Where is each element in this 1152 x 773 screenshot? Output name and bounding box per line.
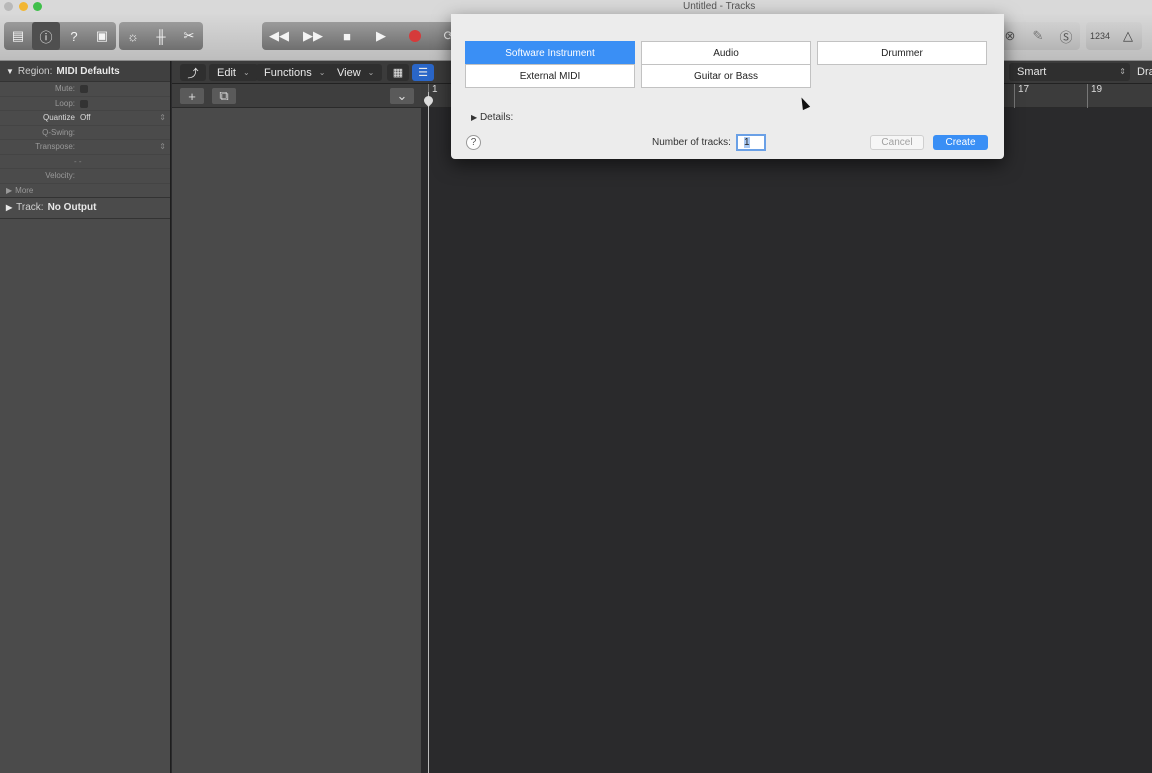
transport-group: ◀◀ ▶▶ ■ ▶ ⟳ [262,22,466,50]
smart-controls-icon[interactable]: ☼ [119,22,147,50]
edit-menu[interactable]: Edit ⌄ [209,64,258,81]
velocity-label: Velocity: [45,171,75,180]
software-instrument-option[interactable]: Software Instrument [465,41,635,65]
solo-icon[interactable]: Ⓢ [1052,22,1080,50]
drummer-option[interactable]: Drummer [817,41,987,65]
placeholder-row: - - [0,155,170,169]
stepper-icon: ⇕ [159,142,166,151]
metronome-icon[interactable]: △ [1114,22,1142,50]
playhead-line[interactable] [428,92,429,773]
details-label: Details: [479,112,514,123]
help-icon[interactable]: ? [60,22,88,50]
record-icon[interactable] [398,22,432,50]
back-arrow-icon[interactable]: ⤴ [180,64,206,81]
track-value: No Output [47,202,97,213]
mixer-icon[interactable]: ╫ [147,22,175,50]
loop-checkbox[interactable] [80,99,88,108]
minimize-window-button[interactable] [19,2,28,11]
disclosure-right-icon: ▶ [6,185,13,195]
qswing-row: Q-Swing: [0,126,170,140]
region-header[interactable]: ▼ Region: MIDI Defaults [0,61,170,82]
view-menu[interactable]: View ⌄ [329,64,383,81]
external-midi-option[interactable]: External MIDI [465,64,635,88]
scissors-icon[interactable]: ✂ [175,22,203,50]
track-header[interactable]: ▶ Track: No Output [0,197,170,219]
edit-tools-group: ☼ ╫ ✂ [119,22,203,50]
track-key: Track: [16,202,44,213]
chevron-down-icon: ⌄ [318,68,326,77]
tracks-count-field[interactable]: 1 [736,134,766,151]
title-bar: Untitled - Tracks [0,0,1152,14]
help-button[interactable]: ? [466,135,481,150]
library-icon[interactable]: ▤ [4,22,32,50]
quantize-row[interactable]: Quantize Off ⇕ [0,111,170,126]
stop-icon[interactable]: ■ [330,22,364,50]
disclosure-right-icon: ▶ [6,203,13,212]
edit-menu-label: Edit [217,66,236,79]
functions-menu[interactable]: Functions ⌄ [256,64,334,81]
grid-view-icon[interactable]: ▦ [387,64,409,81]
ruler-tick: 17 [1014,84,1029,108]
stepper-icon: ⇕ [1119,67,1126,76]
placeholder-value: - - [74,156,82,166]
tool-select[interactable]: Smart ⇕ [1009,63,1130,81]
close-window-button[interactable] [4,2,13,11]
inspector-icon[interactable]: ⓘ [32,22,60,50]
inspector-panel: ▼ Region: MIDI Defaults Mute: Loop: Quan… [0,61,171,773]
count-in-button[interactable]: 1234 [1086,22,1114,50]
loop-label: Loop: [54,98,75,108]
new-track-dialog: Software Instrument Audio Drummer Extern… [451,14,1004,159]
view-toggle-group: ▤ ⓘ ? ▣ [4,22,116,50]
region-value: MIDI Defaults [56,65,120,77]
tracks-count-value: 1 [744,137,750,148]
track-header-bar: + ⧉ ⌄ [172,84,421,108]
count-in-group: 1234 △ [1086,22,1142,50]
view-menu-label: View [337,66,361,79]
pencil-icon[interactable]: ✎ [1024,22,1052,50]
audio-option[interactable]: Audio [641,41,811,65]
disclosure-right-icon: ▶ [471,113,478,122]
mute-row: Mute: [0,82,170,97]
duplicate-track-icon[interactable]: ⧉ [212,88,236,104]
quantize-label: Quantize [42,113,75,122]
transpose-label: Transpose: [35,142,75,151]
arrange-area[interactable] [421,108,1152,773]
ruler-tick: 19 [1087,84,1102,108]
create-button[interactable]: Create [933,135,988,150]
loop-row: Loop: [0,97,170,111]
more-label: More [15,185,34,195]
play-icon[interactable]: ▶ [364,22,398,50]
guitar-bass-option[interactable]: Guitar or Bass [641,64,811,88]
drag-mode-label[interactable]: Dra [1137,66,1152,78]
chevron-down-icon: ⌄ [367,68,375,77]
mute-checkbox[interactable] [80,85,88,93]
functions-menu-label: Functions [264,66,312,79]
tool-select-label: Smart [1017,66,1047,78]
track-headers-area: + ⧉ ⌄ [172,84,421,773]
disclosure-down-icon: ▼ [6,66,14,76]
forward-icon[interactable]: ▶▶ [296,22,330,50]
qswing-label: Q-Swing: [42,127,75,137]
toolbar-icon[interactable]: ▣ [88,22,116,50]
add-track-button[interactable]: + [180,88,204,104]
region-key: Region: [17,65,53,77]
window-title: Untitled - Tracks [683,1,756,12]
more-disclosure[interactable]: ▶ More [0,184,170,198]
tracks-count-label: Number of tracks: [652,137,731,148]
right-tools-group: ⊗ ✎ Ⓢ [996,22,1080,50]
cancel-button[interactable]: Cancel [870,135,924,150]
zoom-window-button[interactable] [33,2,42,11]
stepper-icon: ⇕ [159,113,166,122]
transpose-row[interactable]: Transpose: ⇕ [0,140,170,155]
mute-label: Mute: [54,84,75,93]
quantize-value[interactable]: Off [80,113,91,122]
rewind-icon[interactable]: ◀◀ [262,22,296,50]
chevron-down-icon: ⌄ [242,68,250,77]
global-tracks-icon[interactable]: ⌄ [390,88,414,104]
details-disclosure[interactable]: ▶ Details: [471,112,513,123]
list-view-icon[interactable]: ☰ [412,64,434,81]
velocity-row: Velocity: [0,169,170,184]
